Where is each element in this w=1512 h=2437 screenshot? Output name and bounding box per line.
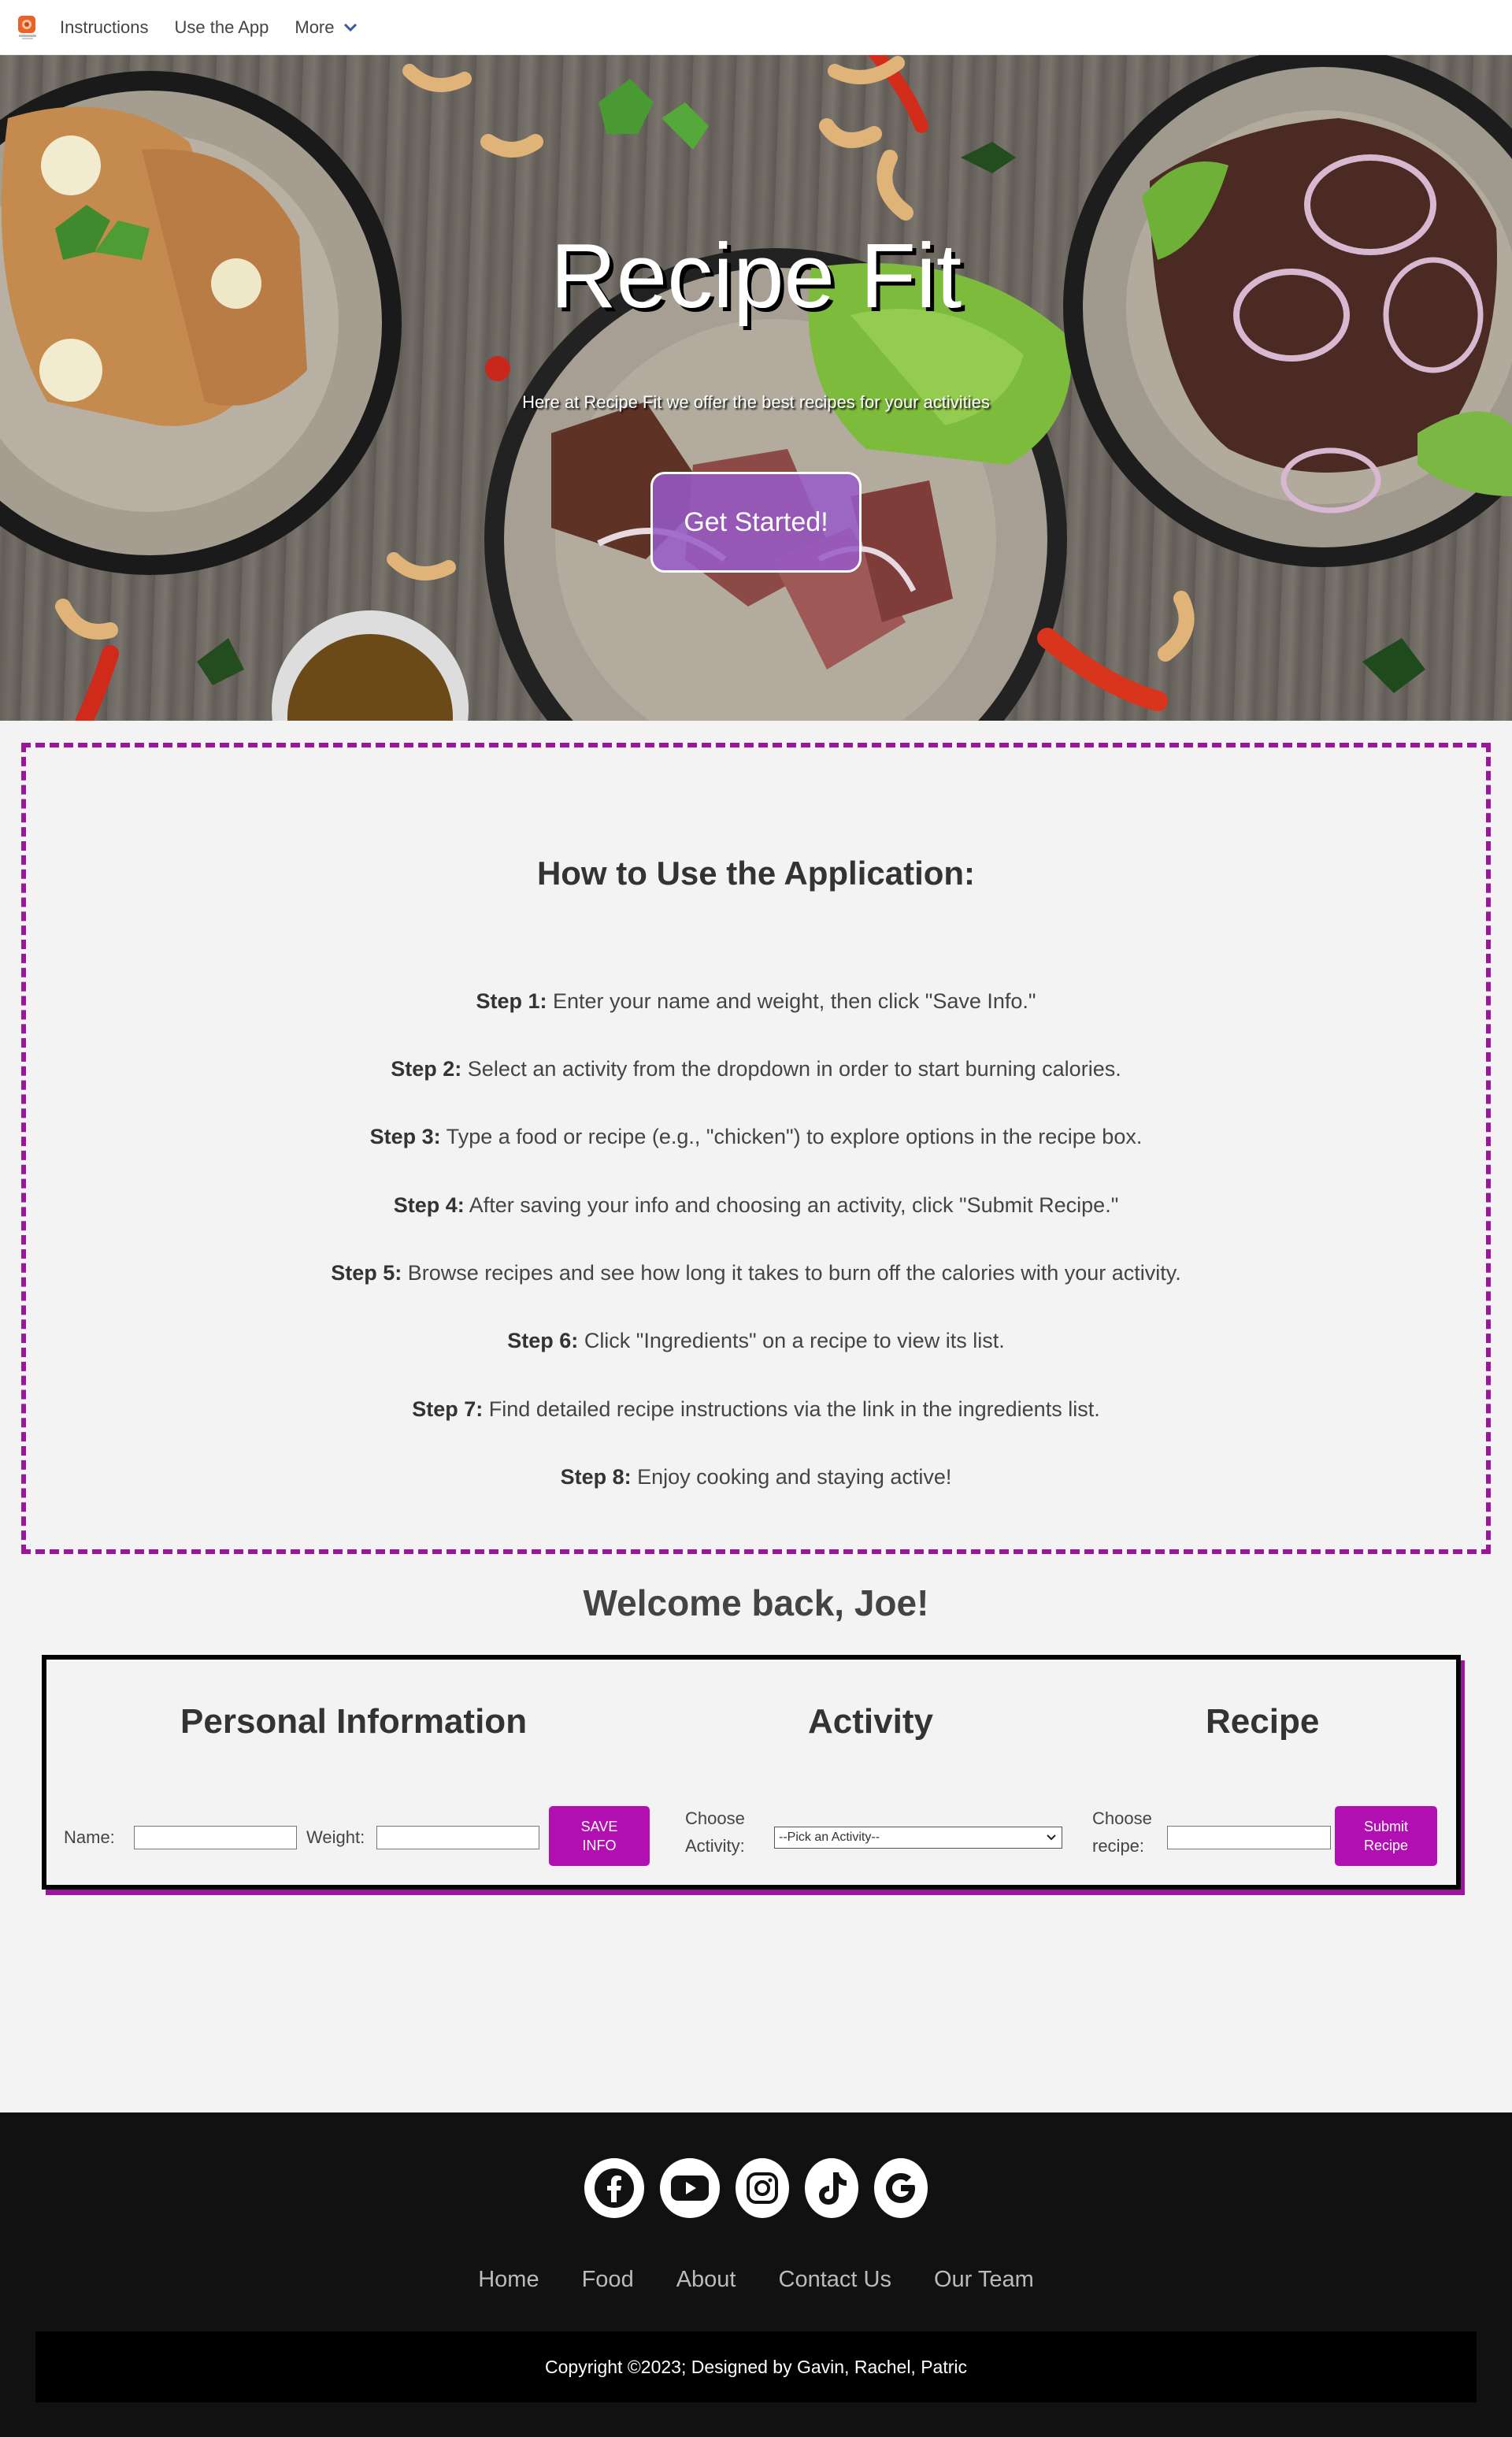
step-text: Select an activity from the dropdown in … xyxy=(461,1057,1121,1081)
recipe-label-line2: recipe: xyxy=(1092,1836,1145,1856)
step-label: Step 2: xyxy=(391,1057,462,1081)
save-info-button[interactable]: SAVE INFO xyxy=(549,1806,650,1866)
get-started-button[interactable]: Get Started! xyxy=(650,472,862,573)
step-text: Enjoy cooking and staying active! xyxy=(631,1465,952,1489)
chevron-down-icon xyxy=(1047,1834,1056,1841)
recipe-input[interactable] xyxy=(1167,1826,1331,1849)
step-text: Browse recipes and see how long it takes… xyxy=(402,1261,1181,1285)
google-icon[interactable] xyxy=(874,2158,928,2218)
weight-label: Weight: xyxy=(306,1827,365,1847)
activity-select-value: --Pick an Activity-- xyxy=(779,1831,880,1844)
activity-label-line1: Choose xyxy=(685,1808,745,1828)
step-1: Step 1: Enter your name and weight, then… xyxy=(26,989,1486,1014)
step-label: Step 6: xyxy=(507,1329,579,1352)
activity-label-line2: Activity: xyxy=(685,1836,745,1856)
nav-instructions[interactable]: Instructions xyxy=(60,17,149,38)
step-5: Step 5: Browse recipes and see how long … xyxy=(26,1261,1486,1285)
step-text: Type a food or recipe (e.g., "chicken") … xyxy=(440,1125,1143,1148)
activity-label: Choose Activity: xyxy=(685,1805,745,1860)
step-text: Enter your name and weight, then click "… xyxy=(547,989,1036,1013)
instagram-icon[interactable] xyxy=(736,2158,789,2218)
step-2: Step 2: Select an activity from the drop… xyxy=(26,1057,1486,1081)
instructions-box: How to Use the Application: Step 1: Ente… xyxy=(21,743,1491,1554)
facebook-icon[interactable] xyxy=(584,2158,644,2218)
tiktok-icon[interactable] xyxy=(805,2158,858,2218)
step-8: Step 8: Enjoy cooking and staying active… xyxy=(26,1465,1486,1489)
nav-use-the-app[interactable]: Use the App xyxy=(175,17,269,38)
activity-heading: Activity xyxy=(808,1702,933,1741)
submit-button-line1: Submit xyxy=(1363,1819,1409,1834)
activity-select[interactable]: --Pick an Activity-- xyxy=(774,1827,1062,1849)
personal-info-heading: Personal Information xyxy=(180,1702,528,1741)
step-label: Step 3: xyxy=(369,1125,441,1148)
step-label: Step 8: xyxy=(560,1465,632,1489)
step-label: Step 5: xyxy=(331,1261,402,1285)
name-label: Name: xyxy=(64,1827,115,1847)
footer-link-contact-us[interactable]: Contact Us xyxy=(779,2267,891,2293)
step-text: Find detailed recipe instructions via th… xyxy=(483,1397,1100,1421)
nav-more-dropdown[interactable]: More xyxy=(295,17,358,38)
step-label: Step 1: xyxy=(476,989,547,1013)
step-text: After saving your info and choosing an a… xyxy=(464,1193,1119,1217)
step-3: Step 3: Type a food or recipe (e.g., "ch… xyxy=(26,1125,1486,1149)
hero-banner: Recipe Fit Here at Recipe Fit we offer t… xyxy=(0,55,1512,721)
footer: Home Food About Contact Us Our Team Copy… xyxy=(0,2112,1512,2437)
step-7: Step 7: Find detailed recipe instruction… xyxy=(26,1397,1486,1422)
recipe-heading: Recipe xyxy=(1206,1702,1320,1741)
footer-link-home[interactable]: Home xyxy=(478,2267,539,2293)
instructions-heading: How to Use the Application: xyxy=(536,855,976,892)
submit-recipe-button[interactable]: Submit Recipe xyxy=(1335,1806,1437,1866)
step-text: Click "Ingredients" on a recipe to view … xyxy=(578,1329,1005,1352)
hero-title: Recipe Fit xyxy=(550,224,962,327)
copyright-text: Copyright ©2023; Designed by Gavin, Rach… xyxy=(35,2331,1477,2402)
footer-links: Home Food About Contact Us Our Team xyxy=(0,2267,1512,2293)
step-label: Step 7: xyxy=(412,1397,484,1421)
welcome-message: Welcome back, Joe! xyxy=(583,1582,929,1623)
footer-link-food[interactable]: Food xyxy=(582,2267,634,2293)
weight-input[interactable] xyxy=(376,1826,539,1849)
recipe-label: Choose recipe: xyxy=(1092,1805,1152,1860)
save-button-line2: INFO xyxy=(582,1838,617,1853)
recipe-label-line1: Choose xyxy=(1092,1808,1152,1828)
chevron-down-icon xyxy=(343,23,357,32)
hero-food-background xyxy=(0,55,1512,721)
hero-subtitle: Here at Recipe Fit we offer the best rec… xyxy=(522,392,990,412)
social-links xyxy=(0,2158,1512,2218)
youtube-icon[interactable] xyxy=(660,2158,720,2218)
step-6: Step 6: Click "Ingredients" on a recipe … xyxy=(26,1329,1486,1353)
logo-icon[interactable] xyxy=(16,14,39,41)
top-nav: Instructions Use the App More xyxy=(0,0,1512,55)
name-input[interactable] xyxy=(134,1826,297,1849)
step-4: Step 4: After saving your info and choos… xyxy=(26,1193,1486,1218)
submit-button-line2: Recipe xyxy=(1363,1838,1409,1853)
footer-link-our-team[interactable]: Our Team xyxy=(934,2267,1034,2293)
nav-more-label: More xyxy=(295,17,335,37)
footer-link-about[interactable]: About xyxy=(676,2267,736,2293)
step-label: Step 4: xyxy=(393,1193,465,1217)
save-button-line1: SAVE xyxy=(580,1819,618,1834)
user-input-panel: Personal Information Activity Recipe Nam… xyxy=(42,1655,1461,1890)
